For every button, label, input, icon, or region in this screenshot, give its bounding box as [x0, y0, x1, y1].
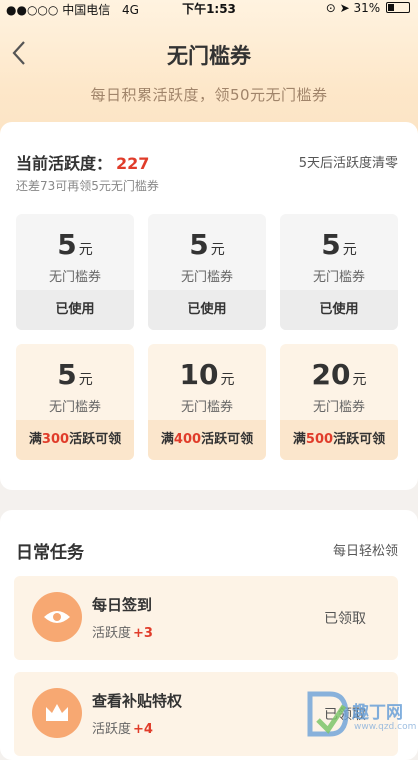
watermark-text: 趣丁网	[352, 703, 403, 723]
coupon-label: 无门槛券	[48, 400, 101, 415]
coupon-amount: 10	[179, 358, 219, 391]
coupon-unit: 元	[342, 242, 357, 258]
battery-icon	[386, 2, 410, 13]
crown-icon	[32, 688, 82, 738]
coupon-unit: 元	[210, 242, 225, 258]
coupon-status: 已使用	[280, 290, 398, 330]
requirement-threshold: 500	[305, 432, 334, 447]
watermark-icon	[307, 691, 349, 737]
coupon-card[interactable]: 5元 无门槛券 满300活跃可领	[16, 344, 134, 460]
task-status[interactable]: 已领取	[324, 608, 366, 628]
task-name: 查看补贴特权	[92, 692, 183, 710]
coupon-requirement: 满400活跃可领	[148, 420, 266, 460]
page-title: 无门槛券	[167, 44, 251, 68]
task-reward: 活跃度 +3	[92, 626, 153, 641]
rotation-lock-icon: ⊙	[325, 1, 336, 15]
watermark-url: www.qzd.com	[354, 722, 417, 732]
task-reward: 活跃度 +4	[92, 722, 153, 737]
requirement-threshold: 400	[173, 432, 202, 447]
task-name: 每日签到	[92, 596, 153, 614]
activity-label: 当前活跃度：	[16, 154, 113, 173]
remaining-note: 还差73可再领5元无门槛券	[16, 179, 159, 193]
coupon-amount: 5	[57, 228, 77, 261]
coupon-amount: 20	[311, 358, 351, 391]
battery-percent: 31%	[353, 1, 381, 15]
coupon-label: 无门槛券	[312, 270, 365, 285]
tasks-heading: 日常任务	[16, 543, 84, 563]
coupon-card[interactable]: 5元 无门槛券 已使用	[16, 214, 134, 330]
coupon-status: 已使用	[16, 290, 134, 330]
coupon-status: 已使用	[148, 290, 266, 330]
coupon-card[interactable]: 10 元 无门槛券 满400活跃可领	[148, 344, 266, 460]
coupon-card[interactable]: 20 元 无门槛券 满500活跃可领	[280, 344, 398, 460]
coupon-unit: 元	[220, 372, 235, 388]
requirement-threshold: 300	[41, 432, 70, 447]
coupon-amount: 5	[57, 358, 77, 391]
coupon-amount: 5	[189, 228, 209, 261]
coupon-amount: 5	[321, 228, 341, 261]
watermark-logo: 趣丁网 www.qzd.com	[302, 688, 416, 744]
location-icon: ➤	[339, 1, 350, 15]
coupon-label: 无门槛券	[180, 400, 233, 415]
reward-points: +3	[133, 626, 153, 641]
activity-value: 227	[116, 154, 150, 173]
coupon-requirement: 满500活跃可领	[280, 420, 398, 460]
coupon-label: 无门槛券	[48, 270, 101, 285]
coupon-card[interactable]: 5元 无门槛券 已使用	[280, 214, 398, 330]
eye-icon	[32, 592, 82, 642]
page-subtitle: 每日积累活跃度，领50元无门槛券	[90, 86, 328, 104]
coupon-card[interactable]: 5元 无门槛券 已使用	[148, 214, 266, 330]
activity-card: 当前活跃度： 227 5天后活跃度清零 还差73可再领5元无门槛券 5元 无门槛券…	[0, 122, 418, 490]
activity-heading: 当前活跃度： 227	[16, 150, 149, 174]
coupon-requirement: 满300活跃可领	[16, 420, 134, 460]
status-bar: ●●○○○ 中国电信 4G 下午1:53 ⊙ ➤ 31%	[0, 0, 418, 17]
tasks-note: 每日轻松领	[332, 544, 398, 559]
coupon-unit: 元	[352, 372, 367, 388]
task-item-sign-in[interactable]: 每日签到 活跃度 +3 已领取	[14, 576, 398, 660]
coupon-label: 无门槛券	[180, 270, 233, 285]
coupon-unit: 元	[78, 372, 93, 388]
coupon-label: 无门槛券	[312, 400, 365, 415]
reward-points: +4	[133, 722, 153, 737]
coupon-unit: 元	[78, 242, 93, 258]
reset-note: 5天后活跃度清零	[298, 156, 398, 171]
battery-level-fill	[388, 4, 394, 11]
